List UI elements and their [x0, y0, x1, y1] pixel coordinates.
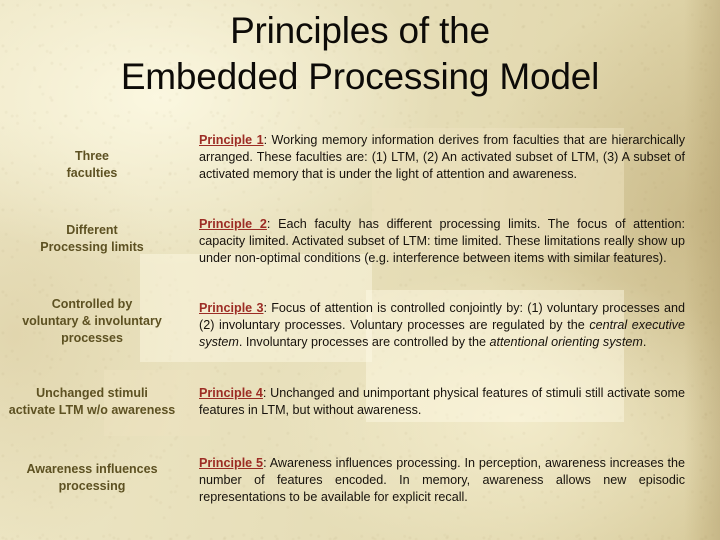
principle-number-label: Principle 4 [199, 386, 263, 400]
principle-keyword-label: Awareness influences processing [26, 462, 158, 493]
principle-keyword-label: Unchanged stimuli activate LTM w/o aware… [8, 386, 176, 417]
principle-body: Principle 4: Unchanged and unimportant p… [199, 385, 685, 419]
principle-body-text: : Awareness influences processing. In pe… [199, 456, 685, 505]
principle-keyword-label: Controlled by voluntary & involuntary pr… [22, 297, 162, 345]
principle-body: Principle 3: Focus of attention is contr… [199, 300, 685, 352]
principle-number-label: Principle 3 [199, 301, 264, 315]
page-title: Principles of the Embedded Processing Mo… [120, 10, 600, 97]
principle-keyword-label: Three faculties [66, 149, 118, 180]
principle-body-text-3: . [642, 335, 647, 350]
principle-number-label: Principle 1 [199, 133, 264, 147]
principle-body-text: : Unchanged and unimportant physical fea… [199, 386, 685, 418]
principle-body-emphasis-2: attentional orienting system [489, 335, 643, 350]
principle-body: Principle 2: Each faculty has different … [199, 216, 685, 268]
principle-number-label: Principle 2 [199, 217, 267, 231]
principle-body: Principle 1: Working memory information … [199, 132, 685, 184]
principle-number-label: Principle 5 [199, 456, 264, 470]
principle-body-text: : Working memory information derives fro… [199, 133, 685, 182]
principle-body: Principle 5: Awareness influences proces… [199, 455, 685, 507]
principle-body-text-2: . Involuntary processes are controlled b… [238, 335, 490, 350]
principle-keyword-label: Different Processing limits [40, 223, 144, 254]
principle-body-text: : Each faculty has different processing … [199, 217, 685, 266]
